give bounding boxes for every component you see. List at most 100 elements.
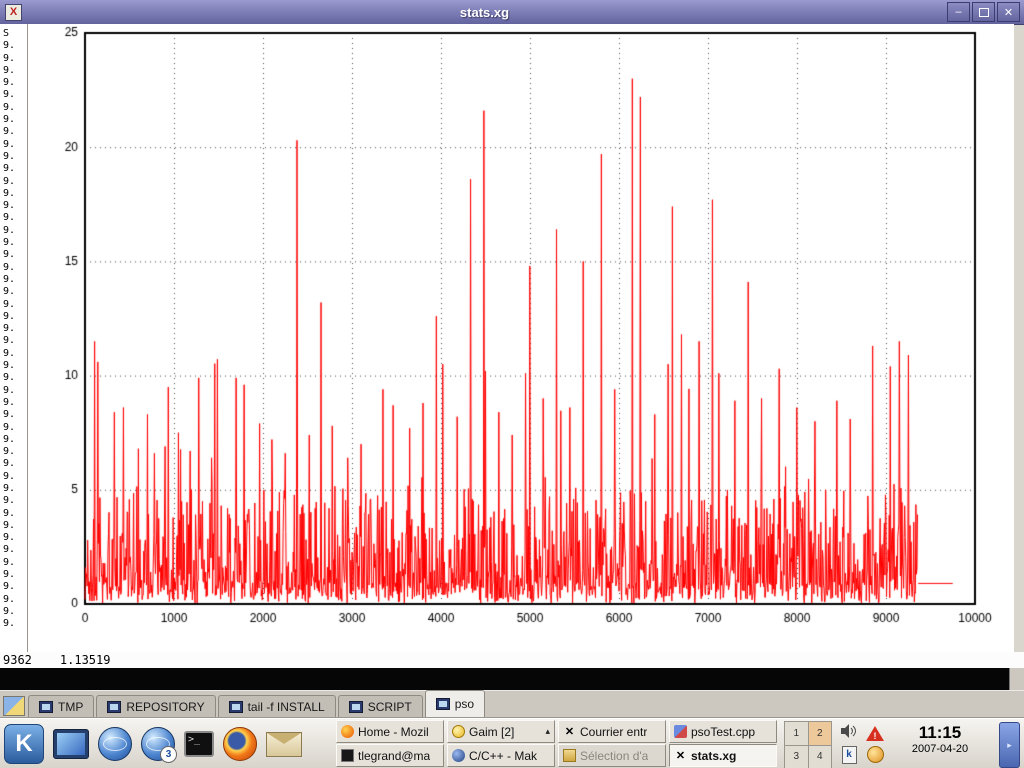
resize-handle[interactable] <box>1009 668 1024 690</box>
window-buttons: – ✕ <box>947 2 1020 22</box>
kicker-panel: K 3 >_ Home - Mozil Gaim [2]▴✕Courrier entr… <box>0 718 1024 768</box>
readout-x-value: 9362 <box>3 653 32 667</box>
launcher-terminal[interactable]: >_ <box>184 731 214 757</box>
firefox-dot-icon <box>341 725 354 738</box>
firefox-icon <box>223 727 257 761</box>
xgraph-canvas[interactable] <box>28 24 1014 652</box>
close-button[interactable]: ✕ <box>997 2 1020 22</box>
terminal-line: 9. <box>3 89 27 101</box>
window-title: stats.xg <box>22 5 947 20</box>
clock-badge: 3 <box>160 746 177 763</box>
terminal-line: 9. <box>3 594 27 606</box>
terminal-line: 9. <box>3 151 27 163</box>
folder-icon <box>563 749 576 762</box>
taskbar-button-courrier-entr[interactable]: ✕Courrier entr <box>558 720 666 743</box>
taskbar-label: Sélection d'a <box>580 749 648 763</box>
coordinate-readout: 9362 1.13519 <box>0 652 1024 668</box>
pager-cell-4[interactable]: 4 <box>809 746 832 768</box>
tab-label: REPOSITORY <box>126 700 204 714</box>
panel-hide-button[interactable]: ▸ <box>999 722 1020 768</box>
system-tray: !k <box>836 723 888 765</box>
terminal-line: 9. <box>3 286 27 298</box>
terminal-line: 9. <box>3 532 27 544</box>
window-titlebar[interactable]: X stats.xg – ✕ <box>0 0 1024 25</box>
terminal-line: 9. <box>3 520 27 532</box>
terminal-line: 9. <box>3 102 27 114</box>
terminal-line: S <box>3 28 27 40</box>
screen: X stats.xg – ✕ S9.9.9.9.9.9.9.9.9.9.9.9.… <box>0 0 1024 768</box>
panel-clock[interactable]: 11:15 2007-04-20 <box>890 723 990 755</box>
terminal-line: 9. <box>3 335 27 347</box>
readout-y-value: 1.13519 <box>60 653 111 667</box>
terminal-line: 9. <box>3 212 27 224</box>
terminal-line: 9. <box>3 348 27 360</box>
group-arrow-icon: ▴ <box>545 726 550 737</box>
terminal-line: 9. <box>3 40 27 52</box>
launcher-globe[interactable] <box>98 727 132 761</box>
launcher-globe-clock[interactable]: 3 <box>141 727 175 761</box>
terminal-line: 9. <box>3 114 27 126</box>
background-terminal[interactable]: S9.9.9.9.9.9.9.9.9.9.9.9.9.9.9.9.9.9.9.9… <box>0 24 28 652</box>
terminal-line: 9. <box>3 385 27 397</box>
terminal-line: 9. <box>3 557 27 569</box>
terminal-icon <box>107 701 121 713</box>
notifier-icon[interactable] <box>867 746 884 763</box>
gaim-icon <box>452 725 465 738</box>
launcher-kmenu[interactable]: K <box>4 724 44 764</box>
terminal-line: 9. <box>3 397 27 409</box>
launcher-desktop-preview[interactable] <box>53 729 89 759</box>
terminal-line: 9. <box>3 53 27 65</box>
terminal-icon <box>349 701 363 713</box>
terminal-line: 9. <box>3 606 27 618</box>
x-app-icon: ✕ <box>674 749 687 762</box>
taskbar-button-s-lection-d-a[interactable]: Sélection d'a <box>558 744 666 767</box>
session-tab-repository[interactable]: REPOSITORY <box>96 695 215 717</box>
maximize-button[interactable] <box>972 2 995 22</box>
pager-cell-3[interactable]: 3 <box>785 746 808 768</box>
taskbar-row-1: Home - Mozil Gaim [2]▴✕Courrier entr psoTe… <box>336 720 780 743</box>
x-app-icon: ✕ <box>563 725 576 738</box>
volume-icon[interactable] <box>840 723 858 744</box>
session-tab-pso[interactable]: pso <box>425 690 485 717</box>
pager-cell-2[interactable]: 2 <box>809 722 832 745</box>
clock-time: 11:15 <box>890 723 990 743</box>
taskbar-button-home-mozil[interactable]: Home - Mozil <box>336 720 444 743</box>
desktop-preview-icon <box>53 729 89 759</box>
session-tab-tail-f-install[interactable]: tail -f INSTALL <box>218 695 336 717</box>
taskbar-label: psoTest.cpp <box>691 725 755 739</box>
new-session-button[interactable] <box>3 696 25 716</box>
session-tab-script[interactable]: SCRIPT <box>338 695 423 717</box>
terminal-line: 9. <box>3 225 27 237</box>
terminal-line: 9. <box>3 299 27 311</box>
minimize-button[interactable]: – <box>947 2 970 22</box>
tab-label: pso <box>455 697 474 711</box>
taskbar-button-psotest-cpp[interactable]: psoTest.cpp <box>669 720 777 743</box>
taskbar-button-stats-xg[interactable]: ✕stats.xg <box>669 744 777 767</box>
session-tab-tmp[interactable]: TMP <box>28 695 94 717</box>
terminal-line: 9. <box>3 422 27 434</box>
taskbar-button-tlegrand-ma[interactable]: tlegrand@ma <box>336 744 444 767</box>
taskbar-button-c-c-mak[interactable]: C/C++ - Mak <box>447 744 555 767</box>
terminal-line: 9. <box>3 65 27 77</box>
terminal-line: 9. <box>3 163 27 175</box>
launcher-mail[interactable] <box>266 732 302 757</box>
globe-clock-icon: 3 <box>141 727 175 761</box>
clock-date: 2007-04-20 <box>890 743 990 755</box>
terminal-icon: >_ <box>184 731 214 757</box>
terminal-line: 9. <box>3 262 27 274</box>
terminal-line: 9. <box>3 237 27 249</box>
globe-icon <box>98 727 132 761</box>
taskbar-button-gaim-2[interactable]: Gaim [2]▴ <box>447 720 555 743</box>
terminal-icon <box>341 749 354 762</box>
pager-cell-1[interactable]: 1 <box>785 722 808 745</box>
terminal-line: 9. <box>3 483 27 495</box>
taskbar-label: Home - Mozil <box>358 725 429 739</box>
terminal-line: 9. <box>3 372 27 384</box>
klipper-icon[interactable]: k <box>842 746 857 764</box>
terminal-line: 9. <box>3 446 27 458</box>
tab-label: SCRIPT <box>368 700 412 714</box>
pager: 1234 <box>784 721 832 768</box>
terminal-line: 9. <box>3 176 27 188</box>
alert-icon[interactable]: ! <box>866 726 884 741</box>
launcher-firefox[interactable] <box>223 727 257 761</box>
